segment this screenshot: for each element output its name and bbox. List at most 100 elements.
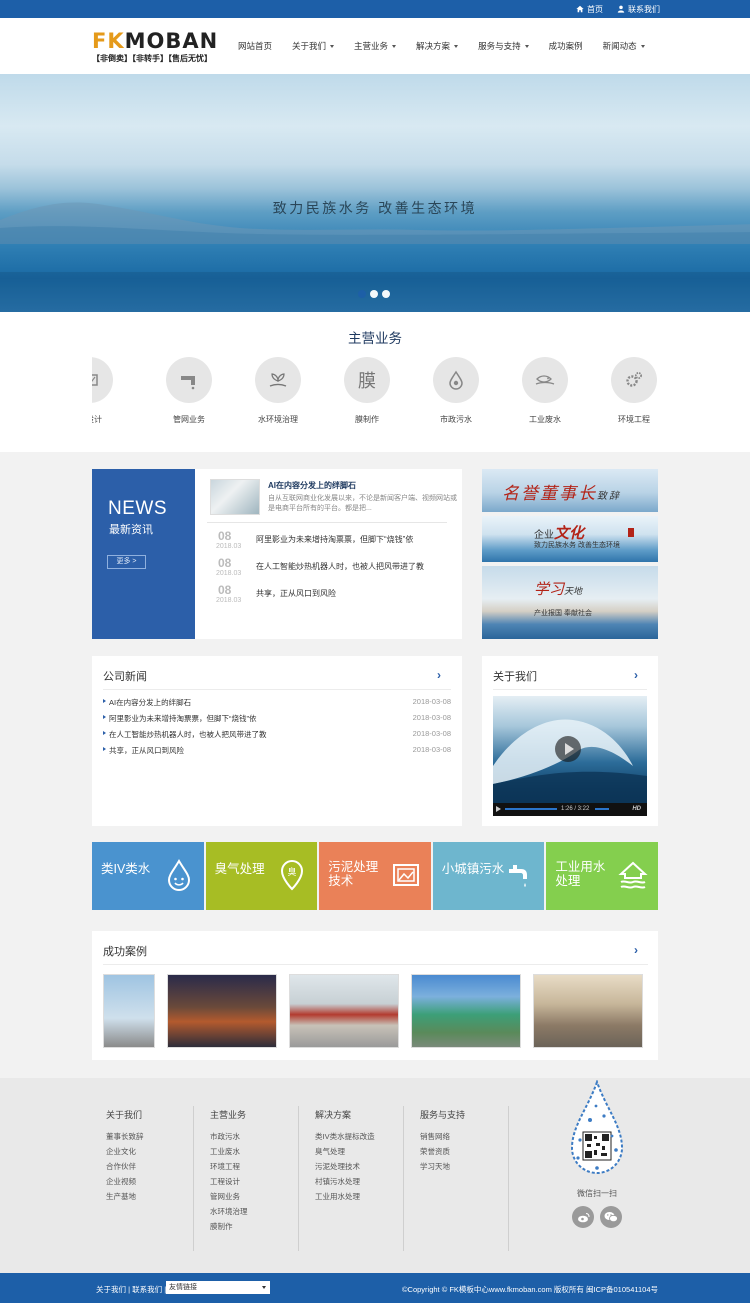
case-photo[interactable]: [167, 974, 277, 1048]
tile-sludge[interactable]: 污泥处理 技术: [319, 842, 431, 910]
news-item[interactable]: 08 2018.03 共享，正从风口到风险: [210, 583, 450, 607]
chevron-right-icon[interactable]: ›: [437, 668, 441, 682]
news-day: 08: [218, 556, 232, 570]
case-photo[interactable]: [289, 974, 399, 1048]
tile-class-iv-water[interactable]: 类IV类水: [92, 842, 204, 910]
business-item[interactable]: 水环境治理: [248, 357, 308, 425]
footer-link[interactable]: 合作伙伴: [106, 1159, 144, 1174]
top-home-link[interactable]: 首页: [576, 4, 603, 15]
video-player[interactable]: 1:26 / 3:22 HD: [493, 696, 647, 816]
slider-dot[interactable]: [382, 290, 390, 298]
nav-item-about[interactable]: 关于我们: [282, 40, 344, 52]
list-item-title[interactable]: 共享，正从风口到风险: [109, 745, 184, 756]
case-photo[interactable]: [411, 974, 521, 1048]
slider-dots: [358, 290, 390, 298]
footer-link[interactable]: 市政污水: [210, 1129, 248, 1144]
footer-link[interactable]: 学习天地: [420, 1159, 465, 1174]
case-photo[interactable]: [103, 974, 155, 1048]
friend-links-select[interactable]: 友情链接: [166, 1281, 270, 1294]
tile-industrial-water[interactable]: 工业用水 处理: [546, 842, 658, 910]
play-icon[interactable]: [496, 806, 501, 812]
seal-stamp: [628, 528, 634, 537]
news-more-button[interactable]: 更多 >: [107, 555, 146, 569]
news-item[interactable]: 08 2018.03 阿里影业为未来增持淘票票，但脚下“烧钱”依: [210, 529, 450, 553]
footer-col-title: 关于我们: [106, 1110, 143, 1120]
volume-slider[interactable]: [595, 808, 609, 810]
footer-link[interactable]: 董事长致辞: [106, 1129, 144, 1144]
footer-link[interactable]: 臭气处理: [315, 1144, 375, 1159]
footer-link[interactable]: 类IV类水提标改造: [315, 1129, 375, 1144]
learning-banner[interactable]: 学习天地 产业报国 奉献社会: [482, 566, 658, 639]
news-title[interactable]: 阿里影业为未来增持淘票票，但脚下“烧钱”依: [256, 534, 413, 545]
case-photo[interactable]: [533, 974, 643, 1048]
footer-link[interactable]: 管网业务: [210, 1189, 248, 1204]
top-contact-link[interactable]: 联系我们: [617, 4, 660, 15]
footer-link[interactable]: 水环境治理: [210, 1204, 248, 1219]
footer-link[interactable]: 工业用水处理: [315, 1189, 375, 1204]
list-item-title[interactable]: 阿里影业为未来增持淘票票，但脚下“烧钱”依: [109, 713, 257, 724]
footer-link[interactable]: 环境工程: [210, 1159, 248, 1174]
tile-odor[interactable]: 臭气处理 臭: [205, 842, 318, 910]
chevron-right-icon[interactable]: ›: [634, 668, 638, 682]
featured-title[interactable]: AI在内容分发上的绊脚石: [268, 480, 356, 491]
list-item[interactable]: 共享，正从风口到风险 2018-03-08: [103, 745, 451, 757]
nav-item-cases[interactable]: 成功案例: [539, 40, 593, 52]
news-title[interactable]: 在人工智能炒热机器人时，也被人把风带进了教: [256, 561, 424, 572]
nav-item-solutions[interactable]: 解决方案: [406, 40, 468, 52]
footer-link[interactable]: 生产基地: [106, 1189, 144, 1204]
business-title: 主营业务: [348, 331, 402, 346]
footer-link[interactable]: 荣誉资质: [420, 1144, 465, 1159]
business-item[interactable]: 管网业务: [159, 357, 219, 425]
membrane-glyph: 膜: [344, 357, 390, 403]
list-item[interactable]: 阿里影业为未来增持淘票票，但脚下“烧钱”依 2018-03-08: [103, 713, 451, 725]
nav-item-news[interactable]: 新闻动态: [593, 40, 655, 52]
divider: [103, 689, 451, 690]
footer-link[interactable]: 销售网络: [420, 1129, 465, 1144]
wechat-icon[interactable]: [600, 1206, 622, 1228]
seek-bar[interactable]: [505, 808, 557, 810]
bullet-icon: [103, 715, 106, 719]
tile-label: 臭气处理: [214, 862, 265, 876]
nav-item-support[interactable]: 服务与支持: [468, 40, 539, 52]
footer-link[interactable]: 工业废水: [210, 1144, 248, 1159]
nav-item-business[interactable]: 主营业务: [344, 40, 406, 52]
footer-divider: [298, 1106, 299, 1251]
bottom-links[interactable]: 关于我们 | 联系我们 |: [96, 1284, 166, 1295]
featured-news[interactable]: AI在内容分发上的绊脚石 自从互联网商业化发展以来，不论是新闻客户端、视频网站或…: [210, 479, 457, 519]
business-item[interactable]: 膜 膜制作: [337, 357, 397, 425]
business-item[interactable]: 工业废水: [515, 357, 575, 425]
weibo-icon[interactable]: [572, 1206, 594, 1228]
site-logo[interactable]: FKMOBAN 【非倒卖】【非转手】【售后无忧】: [92, 29, 217, 64]
faucet-icon: [509, 865, 528, 887]
culture-sub: 致力民族水务 改善生态环境: [534, 542, 620, 549]
news-item[interactable]: 08 2018.03 在人工智能炒热机器人时，也被人把风带进了教: [210, 556, 450, 580]
footer-link[interactable]: 污泥处理技术: [315, 1159, 375, 1174]
play-button[interactable]: [555, 736, 581, 762]
business-label: 工业废水: [529, 415, 561, 424]
business-item[interactable]: 环境工程: [604, 357, 658, 425]
tile-town-sewage[interactable]: 小城镇污水: [432, 842, 545, 910]
nav-item-home[interactable]: 网站首页: [228, 40, 282, 52]
solution-tiles: 类IV类水 臭气处理 臭 污泥处理 技术 小城镇污水 工业用水 处理: [92, 842, 658, 910]
hd-toggle[interactable]: HD: [632, 806, 641, 812]
nav-label: 关于我们: [292, 41, 327, 51]
culture-banner[interactable]: 企业文化 致力民族水务 改善生态环境: [482, 516, 658, 562]
logo-fk: FK: [92, 29, 125, 53]
list-item[interactable]: 在人工智能炒热机器人时，也被人把风带进了教 2018-03-08: [103, 729, 451, 741]
footer-link[interactable]: 村镇污水处理: [315, 1174, 375, 1189]
list-item-title[interactable]: AI在内容分发上的绊脚石: [109, 697, 191, 708]
news-month: 2018.03: [216, 543, 242, 550]
business-item[interactable]: 市政污水: [426, 357, 486, 425]
chevron-right-icon[interactable]: ›: [634, 943, 638, 957]
footer-link[interactable]: 工程设计: [210, 1174, 248, 1189]
slider-dot[interactable]: [358, 290, 366, 298]
chairman-speech-banner[interactable]: 名誉董事长致辞: [482, 469, 658, 512]
list-item[interactable]: AI在内容分发上的绊脚石 2018-03-08: [103, 697, 451, 709]
footer-link[interactable]: 企业文化: [106, 1144, 144, 1159]
footer-link[interactable]: 膜制作: [210, 1219, 248, 1234]
list-item-title[interactable]: 在人工智能炒热机器人时，也被人把风带进了教: [109, 729, 267, 740]
news-title[interactable]: 共享，正从风口到风险: [256, 588, 336, 599]
business-item[interactable]: 程设计: [92, 357, 120, 425]
slider-dot[interactable]: [370, 290, 378, 298]
footer-link[interactable]: 企业视频: [106, 1174, 144, 1189]
